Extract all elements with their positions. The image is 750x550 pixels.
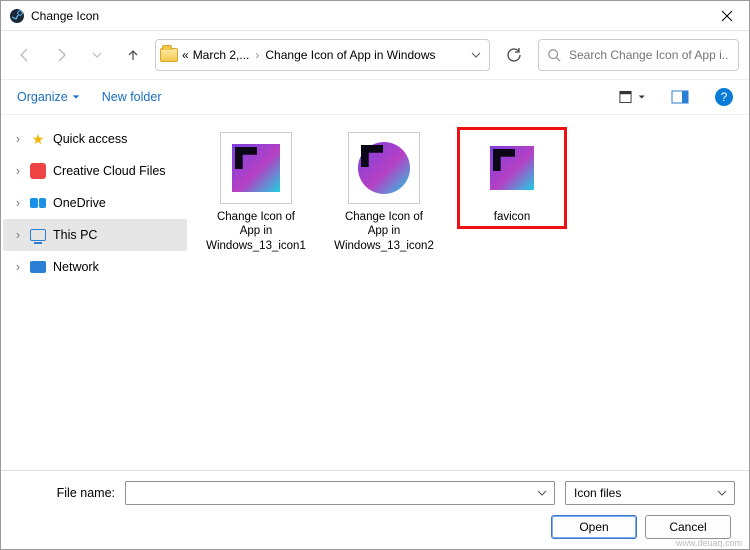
tree-label: Quick access	[53, 132, 127, 146]
help-button[interactable]: ?	[715, 88, 733, 106]
chevron-right-icon: ›	[13, 164, 23, 178]
tree-label: OneDrive	[53, 196, 106, 210]
file-name-label: File name:	[15, 486, 115, 500]
title-bar: Change Icon	[1, 1, 749, 31]
search-input[interactable]	[567, 47, 730, 63]
search-icon	[547, 48, 561, 62]
crumb-overflow[interactable]: «	[182, 48, 189, 62]
crumb-2[interactable]: Change Icon of App in Windows	[265, 48, 435, 62]
dialog-body: › ★ Quick access › Creative Cloud Files …	[1, 115, 749, 470]
chevron-right-icon: ›	[13, 260, 23, 274]
window-title: Change Icon	[31, 9, 99, 23]
thumbnail	[220, 132, 292, 204]
chevron-down-icon	[534, 488, 550, 498]
chevron-down-icon	[72, 93, 80, 101]
navigation-tree: › ★ Quick access › Creative Cloud Files …	[1, 115, 189, 470]
nav-bar: « March 2,... › Change Icon of App in Wi…	[1, 31, 749, 79]
chevron-down-icon	[714, 488, 730, 498]
file-list[interactable]: Change Icon of App in Windows_13_icon1 C…	[189, 115, 749, 470]
tree-item-this-pc[interactable]: › This PC	[3, 219, 187, 251]
address-dropdown[interactable]	[467, 46, 485, 64]
onedrive-icon	[29, 194, 47, 212]
file-name: Change Icon of App in Windows_13_icon1	[206, 210, 306, 253]
crumb-1[interactable]: March 2,...	[193, 48, 250, 62]
address-bar[interactable]: « March 2,... › Change Icon of App in Wi…	[155, 39, 490, 71]
watermark: www.deuaq.com	[676, 538, 742, 548]
new-folder-button[interactable]: New folder	[102, 90, 162, 104]
thumbnail	[476, 132, 548, 204]
file-item-selected[interactable]: favicon	[457, 127, 567, 229]
view-options-button[interactable]	[619, 84, 645, 110]
file-name-combo[interactable]	[125, 481, 555, 505]
folder-icon	[160, 48, 178, 62]
up-button[interactable]	[119, 41, 147, 69]
star-icon: ★	[29, 130, 47, 148]
open-button[interactable]: Open	[551, 515, 637, 539]
file-name: Change Icon of App in Windows_13_icon2	[334, 210, 434, 253]
filter-value: Icon files	[570, 486, 714, 500]
cancel-button[interactable]: Cancel	[645, 515, 731, 539]
forward-button[interactable]	[47, 41, 75, 69]
open-label: Open	[579, 520, 608, 534]
dialog-footer: File name: Icon files Open Cancel	[1, 470, 749, 549]
cancel-label: Cancel	[669, 520, 706, 534]
tree-label: Creative Cloud Files	[53, 164, 166, 178]
tree-item-network[interactable]: › Network	[3, 251, 187, 283]
toolbar: Organize New folder ?	[1, 79, 749, 115]
file-item[interactable]: Change Icon of App in Windows_13_icon1	[201, 127, 311, 258]
network-icon	[29, 258, 47, 276]
app-icon	[9, 8, 25, 24]
tree-item-onedrive[interactable]: › OneDrive	[3, 187, 187, 219]
preview-pane-button[interactable]	[667, 84, 693, 110]
close-button[interactable]	[705, 1, 749, 31]
creative-cloud-icon	[29, 162, 47, 180]
refresh-button[interactable]	[498, 39, 530, 71]
file-type-filter[interactable]: Icon files	[565, 481, 735, 505]
organize-menu[interactable]: Organize	[17, 90, 80, 104]
recent-locations-button[interactable]	[83, 41, 111, 69]
chevron-right-icon: ›	[13, 196, 23, 210]
pc-icon	[29, 226, 47, 244]
tree-label: Network	[53, 260, 99, 274]
file-open-dialog: Change Icon « March 2,... › Change Icon …	[0, 0, 750, 550]
file-item[interactable]: Change Icon of App in Windows_13_icon2	[329, 127, 439, 258]
file-name: favicon	[494, 210, 530, 224]
thumbnail	[348, 132, 420, 204]
tree-item-quick-access[interactable]: › ★ Quick access	[3, 123, 187, 155]
chevron-right-icon: ›	[253, 48, 261, 62]
chevron-right-icon: ›	[13, 228, 23, 242]
new-folder-label: New folder	[102, 90, 162, 104]
organize-label: Organize	[17, 90, 68, 104]
tree-item-creative-cloud[interactable]: › Creative Cloud Files	[3, 155, 187, 187]
chevron-down-icon	[638, 93, 645, 101]
chevron-right-icon: ›	[13, 132, 23, 146]
back-button[interactable]	[11, 41, 39, 69]
tree-label: This PC	[53, 228, 97, 242]
search-box[interactable]	[538, 39, 739, 71]
